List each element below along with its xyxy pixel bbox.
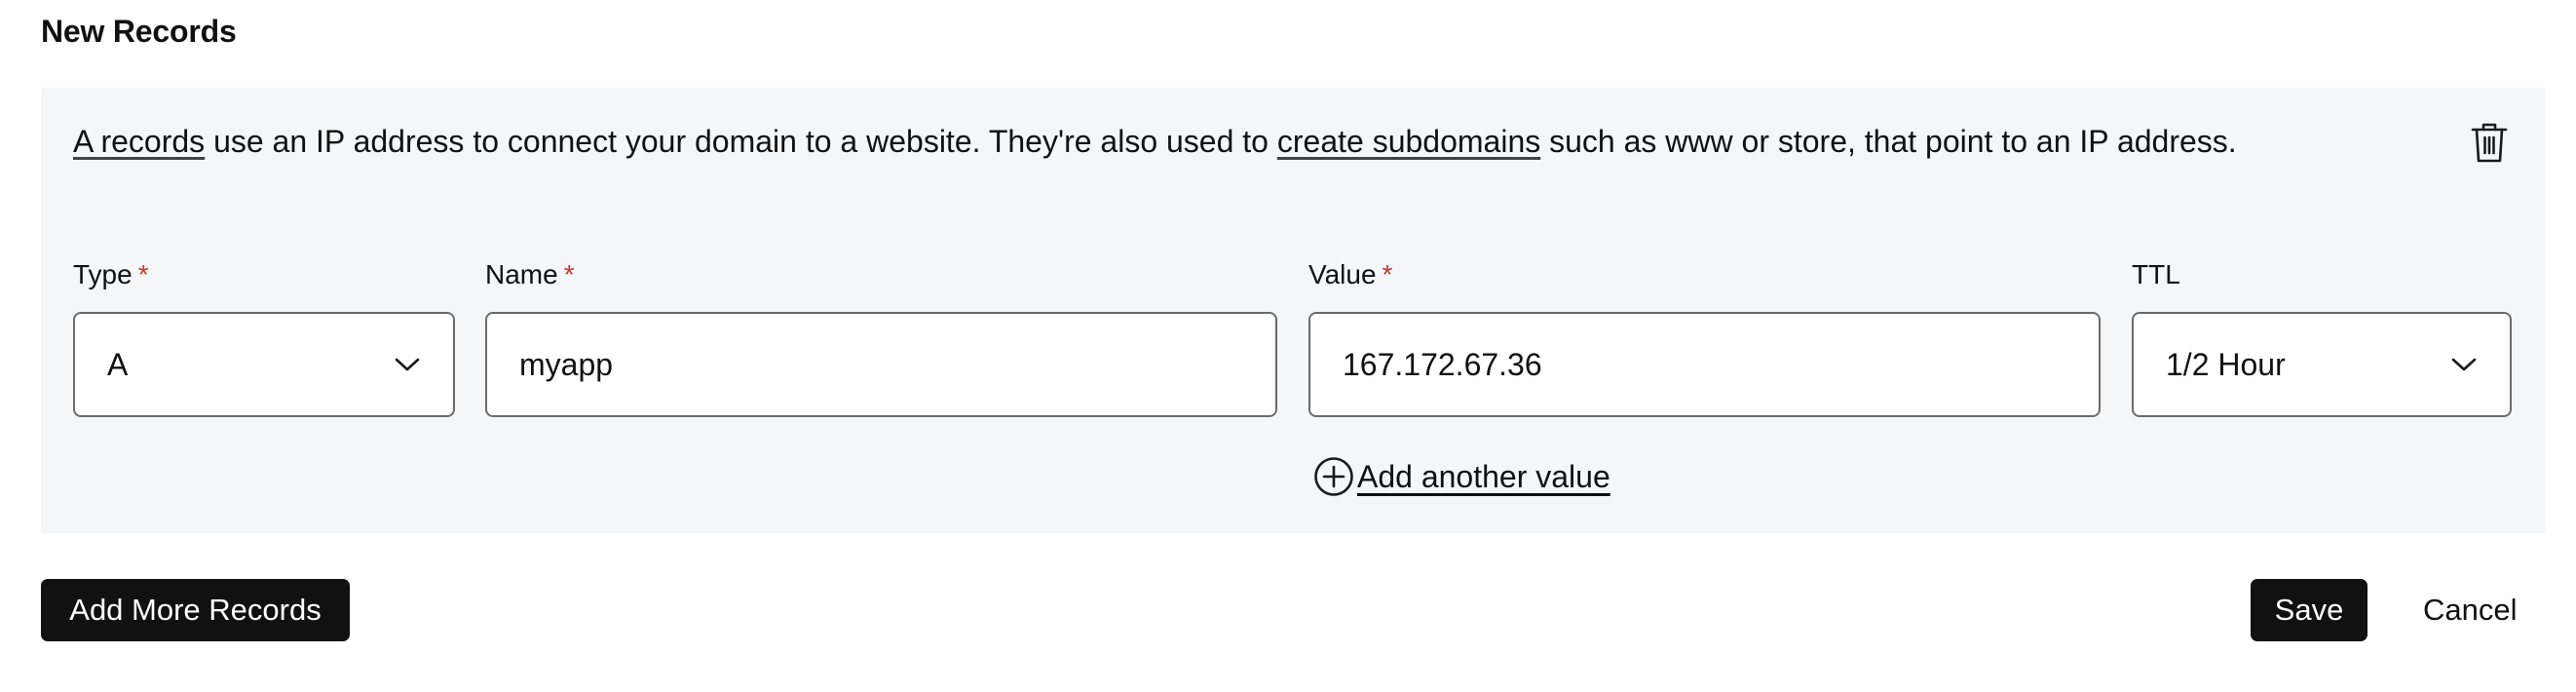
- ttl-select[interactable]: 1/2 Hour: [2132, 312, 2512, 417]
- required-mark: *: [1382, 259, 1393, 289]
- chevron-down-icon: [394, 351, 421, 378]
- plus-circle-icon: [1312, 455, 1355, 498]
- ttl-label-text: TTL: [2132, 259, 2180, 289]
- value-field[interactable]: 167.172.67.36: [1308, 312, 2101, 417]
- required-mark: *: [563, 259, 575, 289]
- ttl-label: TTL: [2132, 259, 2180, 290]
- trash-icon: [2471, 123, 2508, 163]
- type-label-text: Type: [73, 259, 133, 289]
- add-another-value-button[interactable]: Add another value: [1312, 455, 1610, 498]
- new-records-page: New Records A records use an IP address …: [0, 0, 2576, 692]
- info-text-part2: such as www or store, that point to an I…: [1540, 124, 2237, 159]
- info-text-part1: use an IP address to connect your domain…: [205, 124, 1277, 159]
- name-field[interactable]: myapp: [485, 312, 1277, 417]
- delete-record-button[interactable]: [2464, 117, 2515, 168]
- type-select-value: A: [107, 346, 129, 382]
- add-more-records-button[interactable]: Add More Records: [41, 579, 350, 641]
- create-subdomains-link[interactable]: create subdomains: [1277, 124, 1540, 159]
- chevron-down-icon: [2450, 351, 2478, 378]
- type-select[interactable]: A: [73, 312, 455, 417]
- name-label: Name *: [485, 259, 575, 290]
- section-title: New Records: [41, 14, 237, 49]
- name-field-value: myapp: [519, 346, 614, 382]
- save-button[interactable]: Save: [2251, 579, 2368, 641]
- a-records-link[interactable]: A records: [73, 124, 205, 159]
- cancel-button[interactable]: Cancel: [2423, 579, 2518, 641]
- value-label-text: Value: [1308, 259, 1377, 289]
- record-info-text: A records use an IP address to connect y…: [73, 124, 2237, 160]
- value-label: Value *: [1308, 259, 1392, 290]
- ttl-select-value: 1/2 Hour: [2166, 346, 2286, 382]
- type-label: Type *: [73, 259, 149, 290]
- required-mark: *: [137, 259, 149, 289]
- name-label-text: Name: [485, 259, 558, 289]
- record-panel: A records use an IP address to connect y…: [41, 88, 2545, 533]
- value-field-value: 167.172.67.36: [1343, 346, 1542, 382]
- add-another-value-label: Add another value: [1357, 458, 1610, 494]
